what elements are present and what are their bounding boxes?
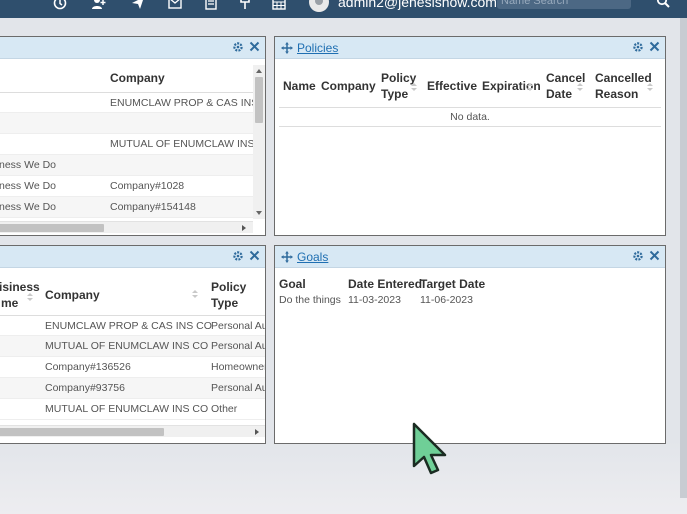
column-header-company[interactable]: Company xyxy=(110,70,165,86)
gear-icon[interactable] xyxy=(232,41,244,53)
top-left-widget: Company ENUMCLAW PROP & CAS INS MUTUAL O… xyxy=(0,36,266,236)
policies-widget: Policies Name Company Policy Type Effect… xyxy=(274,36,666,236)
bottom-left-widget: isiness me Company Policy Type ENUMCLAW … xyxy=(0,245,266,444)
mouse-cursor-icon xyxy=(412,422,447,475)
scroll-down-arrow-icon[interactable] xyxy=(256,211,262,215)
user-add-icon[interactable] xyxy=(91,0,107,10)
table-row[interactable]: ENUMCLAW PROP & CAS INS CO Personal Au xyxy=(0,315,265,336)
calendar-icon[interactable] xyxy=(271,0,287,10)
vertical-scrollbar[interactable] xyxy=(253,65,265,219)
column-header-company[interactable]: Company xyxy=(321,78,376,94)
column-header-business-name[interactable]: isiness me xyxy=(0,279,40,311)
gear-icon[interactable] xyxy=(632,41,644,53)
column-header-name[interactable]: Name xyxy=(283,78,316,94)
column-header-goal[interactable]: Goal xyxy=(279,276,306,292)
top-nav-bar: admin2@jenesishow.com xyxy=(0,0,687,18)
column-header-company[interactable]: Company xyxy=(45,287,100,303)
gear-icon[interactable] xyxy=(632,250,644,262)
table-row[interactable] xyxy=(0,113,254,134)
table-row[interactable]: ness We Do Company#1028 xyxy=(0,176,254,197)
table-row[interactable]: Company#93756 Personal Au xyxy=(0,378,265,399)
fork-icon[interactable] xyxy=(237,0,253,10)
scrollbar-thumb[interactable] xyxy=(255,77,263,123)
username-label[interactable]: admin2@jenesishow.com xyxy=(338,0,497,10)
column-header-cancelled-reason[interactable]: Cancelled Reason xyxy=(595,70,652,102)
table-row[interactable]: Company#136526 Homeowner xyxy=(0,357,265,378)
gear-icon[interactable] xyxy=(232,250,244,262)
table-row[interactable]: MUTUAL OF ENUMCLAW INS xyxy=(0,134,254,155)
column-header-target-date[interactable]: Target Date xyxy=(420,276,485,292)
table-row[interactable]: MUTUAL OF ENUMCLAW INS CO Personal Au xyxy=(0,336,265,357)
goals-widget: Goals Goal Date Entered Target Date Do t… xyxy=(274,245,666,444)
scroll-up-arrow-icon[interactable] xyxy=(256,69,262,73)
panel-header: Goals xyxy=(275,246,665,268)
scroll-right-arrow-icon[interactable] xyxy=(255,429,259,435)
sort-icon[interactable] xyxy=(647,83,653,93)
scrollbar-thumb[interactable] xyxy=(0,428,164,436)
scrollbar-thumb[interactable] xyxy=(0,224,104,232)
close-icon[interactable] xyxy=(649,41,661,53)
search-icon[interactable] xyxy=(656,0,670,8)
sort-icon[interactable] xyxy=(527,83,533,93)
panel-title-goals[interactable]: Goals xyxy=(297,250,328,264)
mail-icon[interactable] xyxy=(167,0,183,10)
table-row[interactable]: ENUMCLAW PROP & CAS INS xyxy=(0,92,258,113)
name-search-input[interactable] xyxy=(497,0,631,9)
scroll-right-arrow-icon[interactable] xyxy=(242,225,246,231)
table-row[interactable]: ness We Do xyxy=(0,155,254,176)
horizontal-scrollbar[interactable] xyxy=(0,221,253,233)
panel-header xyxy=(0,246,265,268)
sort-icon[interactable] xyxy=(411,83,417,93)
document-icon[interactable] xyxy=(203,0,219,10)
move-icon[interactable] xyxy=(281,42,293,54)
panel-header xyxy=(0,37,265,59)
column-header-policy-type[interactable]: Policy Type xyxy=(211,279,246,311)
column-header-date-entered[interactable]: Date Entered xyxy=(348,276,422,292)
avatar[interactable] xyxy=(309,0,329,12)
page-scrollbar-track[interactable] xyxy=(680,18,687,498)
send-icon[interactable] xyxy=(130,0,146,10)
column-header-effective[interactable]: Effective xyxy=(427,78,477,94)
table-row[interactable]: Do the things 11-03-2023 11-06-2023 xyxy=(275,292,505,313)
sort-icon[interactable] xyxy=(27,293,33,303)
horizontal-scrollbar[interactable] xyxy=(0,425,265,437)
close-icon[interactable] xyxy=(249,250,261,262)
close-icon[interactable] xyxy=(649,250,661,262)
clock-icon[interactable] xyxy=(52,0,68,10)
table-row[interactable]: MUTUAL OF ENUMCLAW INS CO Other xyxy=(0,399,265,420)
sort-icon[interactable] xyxy=(192,290,198,300)
no-data-message: No data. xyxy=(279,107,661,127)
close-icon[interactable] xyxy=(249,41,261,53)
move-icon[interactable] xyxy=(281,251,293,263)
panel-header: Policies xyxy=(275,37,665,59)
panel-title-policies[interactable]: Policies xyxy=(297,41,338,55)
table-row[interactable]: ness We Do Company#154148 xyxy=(0,197,254,218)
sort-icon[interactable] xyxy=(577,83,583,93)
